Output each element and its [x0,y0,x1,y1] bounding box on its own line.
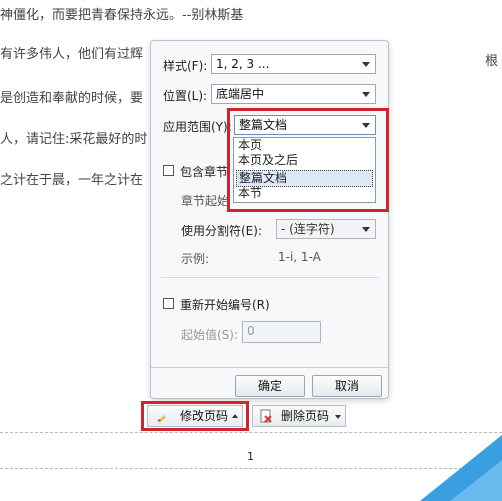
document-line: 人，请记住:采花最好的时 [0,132,148,147]
chapter-start-label: 章节起始 [181,194,230,208]
document-line: 神僵化，而要把青春保持永远。--别林斯基 [0,8,244,23]
separator-select[interactable]: - (连字符) [276,219,376,239]
document-line: 有许多伟人，他们有过辉 [0,47,144,62]
delete-page-number-button[interactable]: 删除页码 [252,405,346,427]
page-number: 1 [247,450,254,463]
separator-select-value: - (连字符) [281,222,335,236]
chevron-down-icon [362,227,370,232]
include-chapter-label: 包含章节 [180,165,229,179]
position-select[interactable]: 底端居中 [211,84,376,104]
start-value-input[interactable]: 0 [242,321,321,343]
highlight-box-toolbar [141,401,249,431]
delete-page-number-label: 删除页码 [281,409,330,423]
position-label: 位置(L): [163,89,208,103]
delete-page-icon [259,409,273,429]
document-line-fragment: 根 [485,54,499,69]
style-select[interactable]: 1, 2, 3 ... [211,54,376,74]
footer-divider [151,367,388,368]
highlight-box [227,108,389,212]
restart-numbering-checkbox[interactable] [163,298,174,309]
chevron-down-icon [362,92,370,97]
document-line: 是创造和奉献的时候，要 [0,91,144,106]
scope-label: 应用范围(Y): [163,120,232,134]
example-value: 1-i, 1-A [278,250,321,264]
corner-decoration [420,435,502,501]
ok-button[interactable]: 确定 [235,375,305,397]
include-chapter-checkbox[interactable] [163,165,174,176]
restart-numbering-label: 重新开始编号(R) [180,298,270,312]
cancel-button[interactable]: 取消 [312,375,382,397]
start-value-label: 起始值(S): [181,328,239,342]
chevron-down-icon [362,62,370,67]
position-select-value: 底端居中 [216,87,265,101]
document-line: 之计在于晨，一年之计在 [0,173,144,188]
style-select-value: 1, 2, 3 ... [216,57,270,71]
separator-label: 使用分割符(E): [181,224,262,238]
example-label: 示例: [181,252,210,266]
style-label: 样式(F): [163,59,208,73]
chevron-down-icon [335,415,341,419]
page-number-dialog: 样式(F): 1, 2, 3 ... 位置(L): 底端居中 应用范围(Y): … [150,40,389,399]
divider [161,277,378,278]
